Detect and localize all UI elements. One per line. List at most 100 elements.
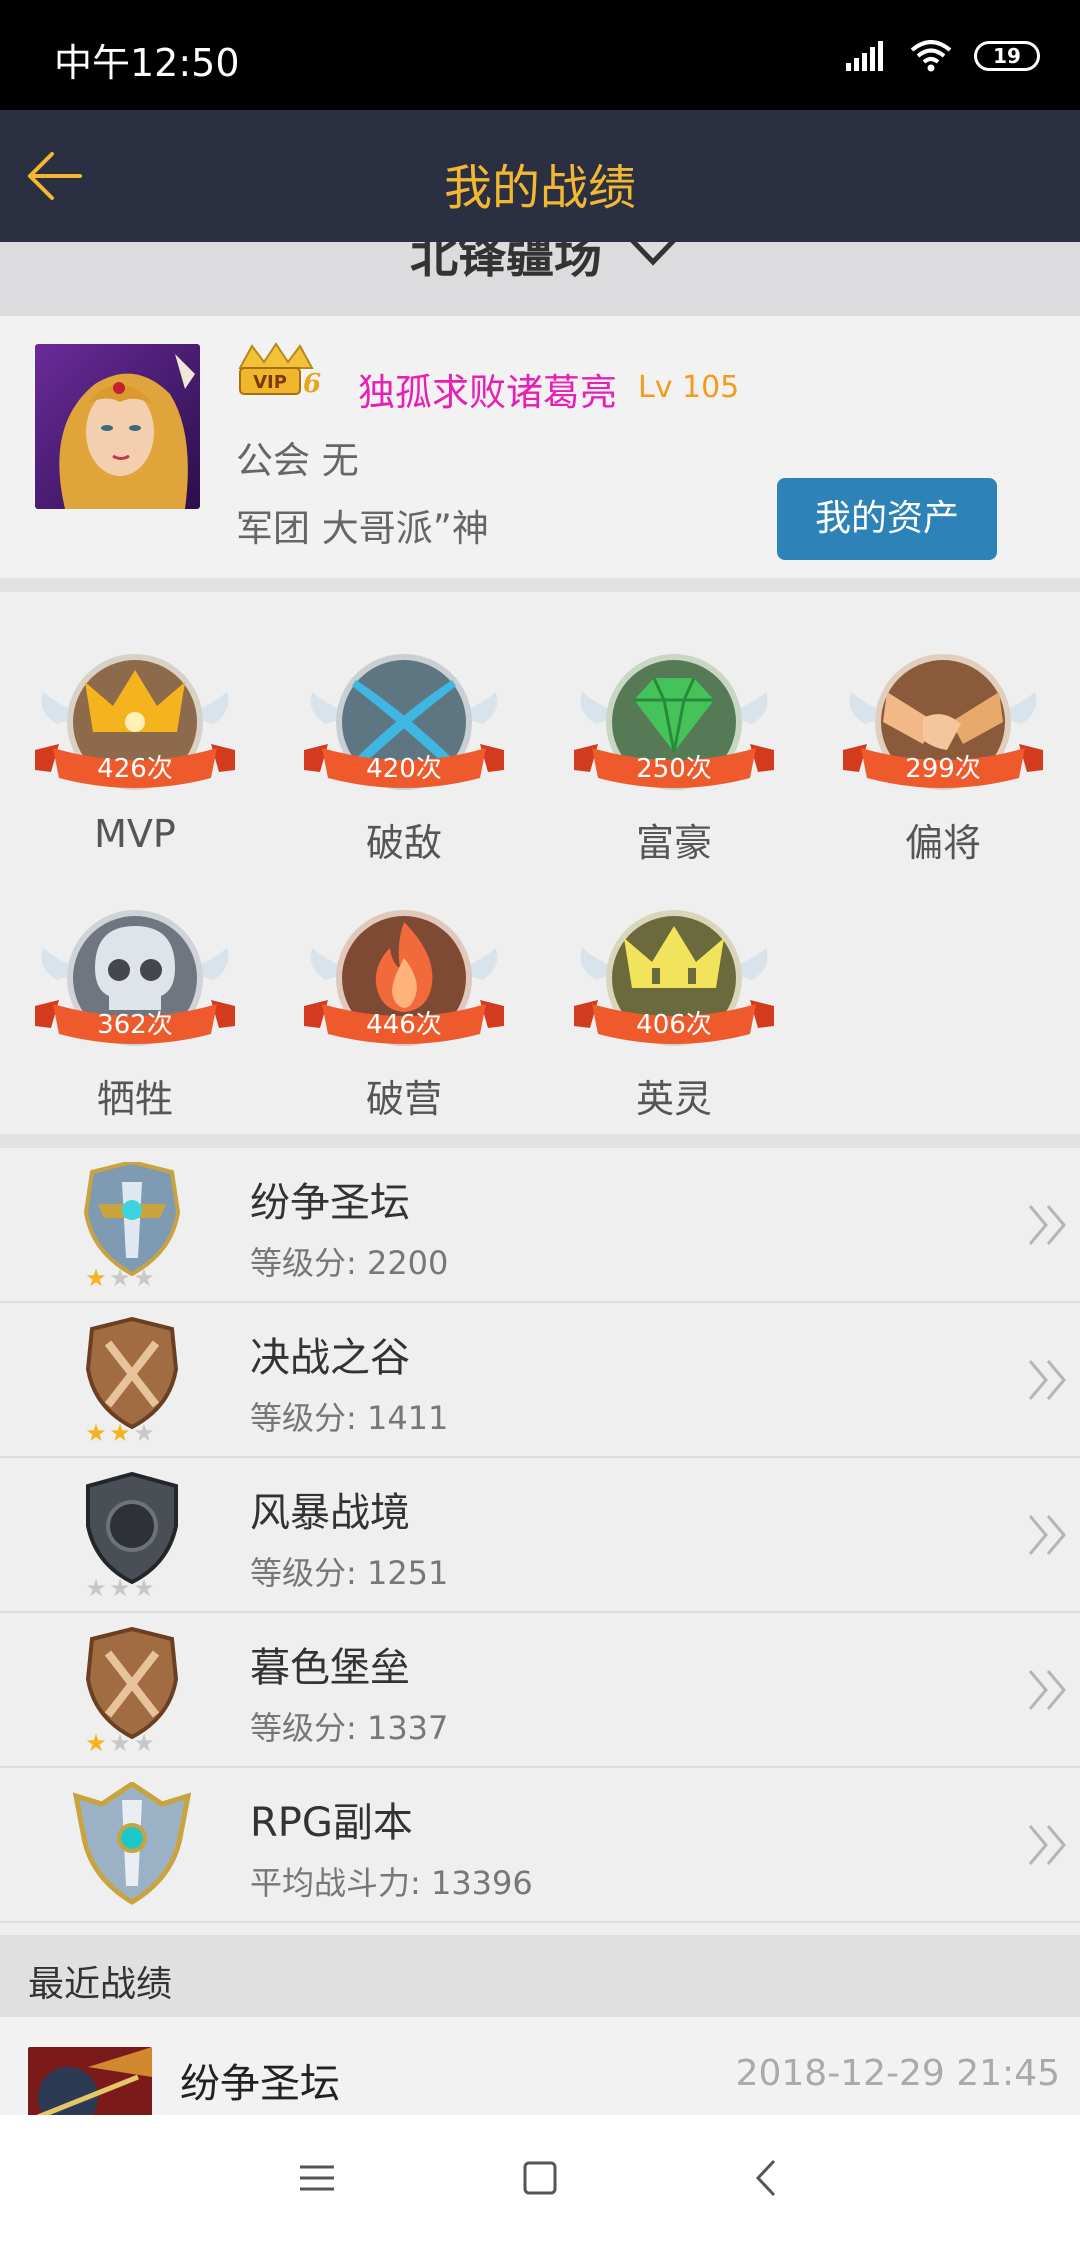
- badge-count: 426次: [97, 754, 173, 784]
- svg-text:VIP: VIP: [253, 372, 287, 393]
- guild-info: 公会 无: [236, 439, 359, 482]
- wifi-icon: [910, 40, 952, 72]
- svg-text:★: ★: [85, 1419, 107, 1445]
- svg-text:★: ★: [85, 1574, 107, 1600]
- match-mode: 纷争圣坛: [180, 2061, 340, 2107]
- battery-icon: 19: [974, 41, 1040, 71]
- server-selector[interactable]: 北锋疆场: [0, 242, 1080, 316]
- avatar[interactable]: [35, 344, 200, 509]
- mode-score: 等级分: 1251: [250, 1554, 449, 1592]
- page-title: 我的战绩: [443, 160, 636, 216]
- double-chevron-right-icon: [1028, 1670, 1066, 1710]
- rank-emblem-icon: ★ ★ ★: [85, 1317, 179, 1445]
- mode-name: 纷争圣坛: [250, 1180, 410, 1226]
- svg-text:★: ★: [109, 1419, 131, 1445]
- diamond-icon: [574, 654, 774, 790]
- badge-label: 牺牲: [96, 1077, 173, 1121]
- svg-text:★: ★: [133, 1574, 155, 1600]
- double-chevron-right-icon: [1028, 1360, 1066, 1400]
- crossed-swords-icon: [304, 654, 504, 790]
- badge-label: MVP: [94, 812, 176, 856]
- svg-text:★: ★: [133, 1419, 155, 1445]
- mode-name: 暮色堡垒: [250, 1645, 410, 1691]
- double-chevron-right-icon: [1028, 1515, 1066, 1555]
- badge-count: 362次: [97, 1010, 173, 1040]
- mode-score: 平均战斗力: 13396: [250, 1864, 533, 1902]
- svg-text:6: 6: [303, 369, 321, 399]
- flame-icon: [304, 910, 504, 1046]
- mode-list: ★ ★ ★ 纷争圣坛 等级分: 2200 ★ ★ ★ 决战之谷 等级分: 141…: [0, 1148, 1080, 1923]
- badge-sacrifice[interactable]: 362次 牺牲: [35, 876, 235, 1121]
- recent-match-row[interactable]: 纷争圣坛 2018-12-29 21:45: [0, 2017, 1080, 2115]
- badge-mvp[interactable]: 426次 MVP: [35, 620, 235, 856]
- status-time: 中午12:50: [54, 41, 240, 85]
- mode-name: 决战之谷: [250, 1335, 410, 1381]
- badge-count: 250次: [636, 754, 712, 784]
- legion-info: 军团 大哥派”神: [236, 507, 489, 550]
- status-bar: 中午12:50 19: [0, 0, 1080, 110]
- match-thumbnail: [28, 2047, 152, 2115]
- crown-icon: [35, 654, 235, 790]
- rank-emblem-icon: ★ ★ ★: [83, 1162, 181, 1290]
- profile-card: VIP 6 独孤求败诸葛亮 Lv 105 公会 无 军团 大哥派”神 我的资产: [0, 316, 1080, 578]
- double-chevron-right-icon: [1028, 1205, 1066, 1245]
- svg-text:★: ★: [109, 1574, 131, 1600]
- chevron-down-icon: [630, 242, 676, 266]
- player-level: Lv 105: [638, 370, 740, 405]
- vip-badge-icon: VIP 6: [238, 342, 321, 399]
- badge-label: 英灵: [635, 1077, 712, 1121]
- mode-row-storm[interactable]: ★ ★ ★ 风暴战境 等级分: 1251: [0, 1458, 1080, 1613]
- badge-label: 破敌: [365, 821, 442, 865]
- mode-score: 等级分: 1337: [250, 1709, 449, 1747]
- badge-defeat[interactable]: 420次 破敌: [304, 620, 504, 865]
- mode-score: 等级分: 2200: [250, 1244, 449, 1282]
- server-name: 北锋疆场: [410, 242, 603, 284]
- divider: [0, 578, 1080, 592]
- skull-icon: [35, 910, 235, 1046]
- match-time: 2018-12-29 21:45: [735, 2053, 1060, 2094]
- svg-text:★: ★: [133, 1729, 155, 1755]
- mode-name: RPG副本: [250, 1800, 413, 1846]
- mode-name: 风暴战境: [250, 1490, 410, 1536]
- rank-emblem-icon: ★ ★ ★: [85, 1627, 179, 1755]
- menu-icon[interactable]: [292, 2153, 342, 2203]
- svg-text:★: ★: [109, 1264, 131, 1290]
- mode-row-rpg[interactable]: RPG副本 平均战斗力: 13396: [0, 1768, 1080, 1923]
- badge-general[interactable]: 299次 偏将: [843, 620, 1043, 865]
- app-bar: 我的战绩: [0, 110, 1080, 242]
- mode-row-arena[interactable]: ★ ★ ★ 纷争圣坛 等级分: 2200: [0, 1148, 1080, 1303]
- recent-section-header: 最近战绩: [0, 1935, 1080, 2017]
- ghost-crown-icon: [574, 910, 774, 1046]
- my-assets-button[interactable]: 我的资产: [777, 478, 997, 560]
- rank-emblem-icon: ★ ★ ★: [85, 1472, 178, 1600]
- svg-text:★: ★: [133, 1264, 155, 1290]
- back-icon[interactable]: [742, 2153, 792, 2203]
- badge-count: 446次: [366, 1010, 442, 1040]
- section-title: 最近战绩: [28, 1964, 173, 2005]
- badge-break-camp[interactable]: 446次 破营: [304, 876, 504, 1121]
- svg-text:★: ★: [109, 1729, 131, 1755]
- badge-count: 420次: [366, 754, 442, 784]
- badge-count: 299次: [905, 754, 981, 784]
- badge-label: 富豪: [635, 821, 712, 865]
- handshake-icon: [843, 654, 1043, 790]
- home-icon[interactable]: [515, 2153, 565, 2203]
- double-chevron-right-icon: [1028, 1825, 1066, 1865]
- svg-text:★: ★: [85, 1729, 107, 1755]
- svg-text:★: ★: [85, 1264, 107, 1290]
- badge-count: 406次: [636, 1010, 712, 1040]
- system-nav-bar: [0, 2115, 1080, 2244]
- achievement-badges: 426次 MVP 420次 破敌 250次 富豪 299次 偏将 362次 牺牲…: [0, 592, 1080, 1134]
- badge-label: 破营: [365, 1077, 442, 1121]
- rank-emblem-icon: [72, 1782, 192, 1905]
- badge-spirit[interactable]: 406次 英灵: [574, 876, 774, 1121]
- divider: [0, 1134, 1080, 1148]
- mode-score: 等级分: 1411: [250, 1399, 449, 1437]
- mode-row-valley[interactable]: ★ ★ ★ 决战之谷 等级分: 1411: [0, 1303, 1080, 1458]
- signal-icon: [846, 41, 883, 71]
- status-icons: 19: [846, 40, 1040, 72]
- player-name: 独孤求败诸葛亮: [358, 371, 617, 414]
- mode-row-fortress[interactable]: ★ ★ ★ 暮色堡垒 等级分: 1337: [0, 1613, 1080, 1768]
- badge-label: 偏将: [904, 821, 981, 865]
- badge-rich[interactable]: 250次 富豪: [574, 620, 774, 865]
